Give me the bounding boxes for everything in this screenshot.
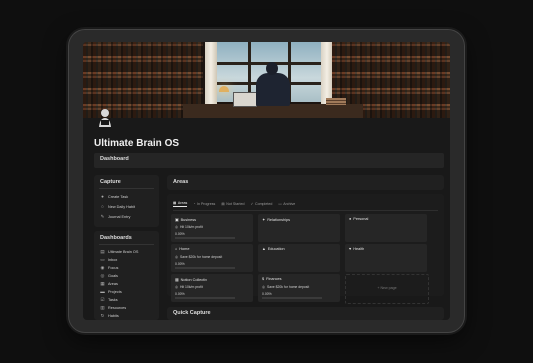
check-icon: ✓	[250, 202, 254, 206]
page-icon: ▤	[100, 249, 105, 254]
tablet-frame: Ultimate Brain OS Dashboard Capture ● Cr…	[69, 30, 464, 332]
goal-icon: ◎	[262, 285, 265, 289]
nav-projects[interactable]: ▬ Projects	[100, 289, 121, 294]
page-title: Ultimate Brain OS	[94, 138, 180, 149]
capture-title: Capture	[100, 179, 121, 185]
nav-focus[interactable]: ◉ Focus	[100, 265, 119, 270]
tab-archive[interactable]: ▭ Archive	[278, 201, 295, 207]
area-card-health[interactable]: ♥ Health	[345, 244, 427, 272]
goal-icon: ◎	[175, 255, 178, 259]
area-card-education[interactable]: ▲ Education	[258, 244, 340, 272]
areas-header[interactable]: Areas	[167, 175, 444, 190]
app-screen: Ultimate Brain OS Dashboard Capture ● Cr…	[83, 42, 450, 320]
tab-areas[interactable]: ▦ Areas	[173, 201, 188, 207]
dashboards-panel: Dashboards ▤ Ultimate Brain OS ▭ Inbox ◉…	[94, 231, 159, 320]
person-icon: ●	[349, 217, 352, 221]
resources-icon: ▥	[100, 305, 105, 310]
tab-completed[interactable]: ✓ Completed	[250, 201, 272, 207]
goal-icon: ◎	[100, 273, 105, 278]
journal-entry-button[interactable]: ✎ Journal Entry	[100, 214, 131, 219]
cover-image	[83, 42, 450, 118]
tab-in-progress[interactable]: ◔ In Progress	[193, 201, 215, 207]
quick-capture-header[interactable]: Quick Capture	[167, 307, 444, 320]
area-card-home[interactable]: ⌂ Home ◎ Save $20k for home deposit 0.00%	[171, 244, 253, 272]
radio-circle-icon: ○	[101, 204, 104, 209]
nav-resources[interactable]: ▥ Resources	[100, 305, 126, 310]
new-daily-habit-button[interactable]: ○ New Daily Habit	[100, 204, 135, 209]
dashboard-toggle[interactable]: Dashboard	[94, 153, 444, 168]
briefcase-icon: ▣	[175, 218, 179, 222]
area-card-notion-collectiv[interactable]: ▦ Notion Collectiv ◎ Hit 10k/m profit 0.00…	[171, 274, 253, 302]
inbox-icon: ▭	[100, 257, 105, 262]
goal-icon: ◎	[175, 285, 178, 289]
nav-tasks[interactable]: ☑ Tasks	[100, 297, 117, 302]
areas-gallery: ▦ Areas ◔ In Progress ▤ Not Started ✓ Comple…	[167, 194, 444, 304]
area-card-relationships[interactable]: ✦ Relationships	[258, 214, 340, 242]
focus-icon: ◉	[100, 265, 105, 270]
tasks-icon: ☑	[100, 297, 105, 302]
nav-ultimate-brain-os[interactable]: ▤ Ultimate Brain OS	[100, 249, 138, 254]
create-task-button[interactable]: ● Create Task	[100, 194, 128, 199]
nav-areas[interactable]: ▦ Areas	[100, 281, 118, 286]
home-icon: ⌂	[175, 247, 178, 251]
progress-bar	[175, 267, 235, 269]
people-icon: ✦	[262, 218, 266, 222]
area-card-personal[interactable]: ● Personal	[345, 214, 427, 242]
progress-icon: ◔	[193, 202, 196, 206]
nav-goals[interactable]: ◎ Goals	[100, 273, 118, 278]
nav-inbox[interactable]: ▭ Inbox	[100, 257, 117, 262]
nav-habits[interactable]: ↻ Habits	[100, 313, 119, 318]
grid-icon: ▦	[173, 201, 177, 205]
areas-icon: ▦	[100, 281, 105, 286]
progress-bar	[175, 237, 235, 239]
list-icon: ▤	[221, 202, 225, 206]
grid-icon: ▦	[175, 278, 179, 282]
capture-panel: Capture ● Create Task ○ New Daily Habit …	[94, 175, 159, 227]
person-reading-icon	[99, 109, 111, 127]
archive-icon: ▭	[278, 202, 282, 206]
progress-bar	[262, 297, 322, 299]
check-circle-icon: ●	[101, 194, 104, 199]
areas-title: Areas	[173, 179, 189, 185]
new-page-button[interactable]: + New page	[345, 274, 429, 304]
area-card-finances[interactable]: $ Finances ◎ Save $20k for home deposit 0.…	[258, 274, 340, 302]
progress-bar	[175, 297, 235, 299]
tab-not-started[interactable]: ▤ Not Started	[221, 201, 244, 207]
money-icon: $	[262, 277, 265, 281]
pen-icon: ✎	[100, 214, 105, 219]
folder-icon: ▬	[100, 289, 105, 294]
areas-tabs: ▦ Areas ◔ In Progress ▤ Not Started ✓ Comple…	[173, 201, 295, 207]
dashboard-label: Dashboard	[100, 156, 129, 162]
area-card-business[interactable]: ▣ Business ◎ Hit 10k/m profit 0.00%	[171, 214, 253, 242]
graduation-cap-icon: ▲	[262, 247, 266, 251]
habits-icon: ↻	[100, 313, 105, 318]
dashboards-title: Dashboards	[100, 235, 132, 241]
quick-capture-title: Quick Capture	[173, 310, 211, 316]
goal-icon: ◎	[175, 225, 178, 229]
heart-icon: ♥	[349, 247, 352, 251]
